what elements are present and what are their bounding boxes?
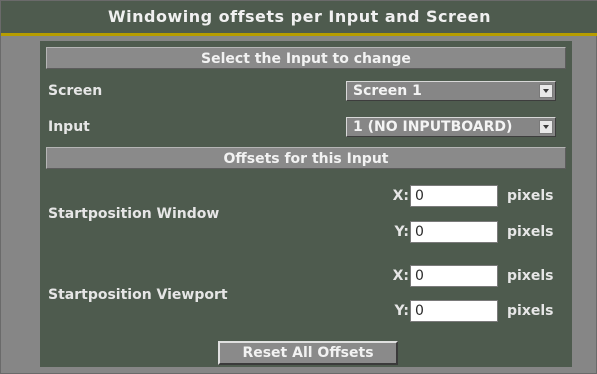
window-y-unit: pixels (507, 224, 554, 240)
viewport-x-label: X: (392, 268, 409, 284)
window-y-label: Y: (394, 224, 409, 240)
screen-label: Screen (48, 83, 103, 99)
offsets-panel: Select the Input to change Screen Screen… (40, 41, 572, 367)
screen-select-value: Screen 1 (353, 83, 422, 99)
window-y-input[interactable] (410, 221, 498, 243)
startposition-viewport-label: Startposition Viewport (48, 287, 228, 303)
window-x-label: X: (392, 188, 409, 204)
select-input-header: Select the Input to change (46, 47, 566, 69)
viewport-y-label: Y: (394, 303, 409, 319)
window-x-input[interactable] (410, 185, 498, 207)
input-select-value: 1 (NO INPUTBOARD) (353, 119, 513, 135)
viewport-x-unit: pixels (507, 268, 554, 284)
chevron-down-icon[interactable] (539, 120, 553, 134)
viewport-y-input[interactable] (410, 300, 498, 322)
window-x-unit: pixels (507, 188, 554, 204)
viewport-x-input[interactable] (410, 265, 498, 287)
window-frame: Windowing offsets per Input and Screen S… (0, 0, 597, 374)
viewport-y-unit: pixels (507, 303, 554, 319)
window-title: Windowing offsets per Input and Screen (1, 1, 597, 36)
startposition-window-label: Startposition Window (48, 206, 220, 222)
offsets-header: Offsets for this Input (46, 147, 566, 169)
screen-select[interactable]: Screen 1 (346, 81, 556, 101)
input-label: Input (48, 119, 90, 135)
reset-all-offsets-button[interactable]: Reset All Offsets (218, 341, 398, 365)
chevron-down-icon[interactable] (539, 84, 553, 98)
input-select[interactable]: 1 (NO INPUTBOARD) (346, 117, 556, 137)
